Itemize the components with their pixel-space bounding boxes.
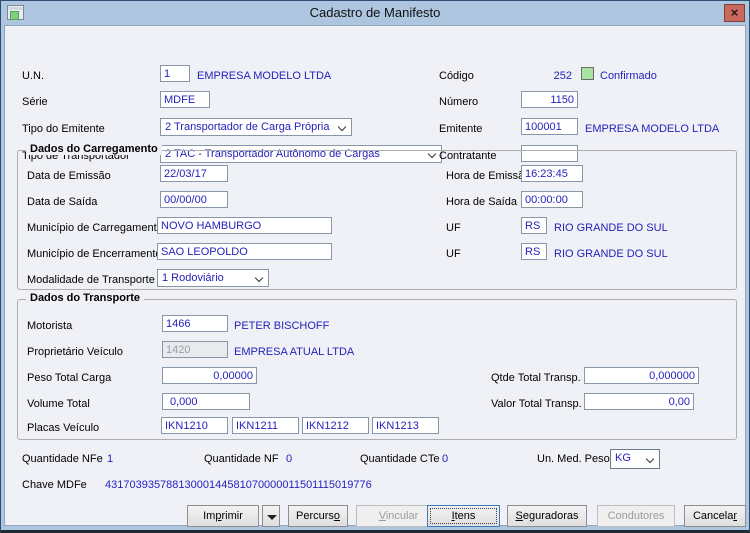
motorista-description: PETER BISCHOFF	[234, 320, 330, 332]
condutores-button: Condutores	[597, 505, 675, 527]
hora-emissao-label: Hora de Emissão	[446, 170, 531, 182]
placa-1-field[interactable]	[161, 417, 228, 434]
proprietario-label: Proprietário Veículo	[27, 346, 123, 358]
close-icon[interactable]: ×	[724, 4, 745, 22]
imprimir-button[interactable]: Imprimir	[187, 505, 259, 527]
hora-emissao-field[interactable]	[521, 165, 583, 182]
serie-label: Série	[22, 96, 48, 108]
municipio-encerramento-label: Município de Encerramento	[27, 248, 162, 260]
municipio-encerramento-field[interactable]	[157, 243, 332, 260]
chevron-down-icon	[645, 454, 655, 464]
itens-button[interactable]: Itens	[427, 505, 500, 527]
codigo-value: 252	[553, 70, 572, 82]
proprietario-field	[162, 341, 228, 358]
manifest-dialog-window: Cadastro de Manifesto × U.N. EMPRESA MOD…	[0, 0, 750, 533]
qtde-total-label: Qtde Total Transp.	[491, 372, 581, 384]
modalidade-label: Modalidade de Transporte	[27, 274, 155, 286]
uf-carregamento-label: UF	[446, 222, 461, 234]
codigo-label: Código	[439, 70, 474, 82]
qtd-nfe-label: Quantidade NFe	[22, 453, 103, 465]
valor-total-label: Valor Total Transp.	[491, 398, 582, 410]
serie-field[interactable]	[160, 91, 210, 108]
un-label: U.N.	[22, 70, 44, 82]
chave-mdfe-value: 4317039357881300014458107000001150111501…	[105, 479, 372, 491]
data-saida-label: Data de Saída	[27, 196, 98, 208]
qtd-nf-label: Quantidade NF	[204, 453, 279, 465]
proprietario-description: EMPRESA ATUAL LTDA	[234, 346, 355, 358]
qtd-nfe-value: 1	[107, 453, 114, 465]
un-description: EMPRESA MODELO LTDA	[197, 70, 332, 82]
uf-encerramento-label: UF	[446, 248, 461, 260]
hora-saida-label: Hora de Saída	[446, 196, 517, 208]
imprimir-dropdown-button[interactable]	[262, 505, 280, 527]
uf-carregamento-description: RIO GRANDE DO SUL	[554, 222, 668, 234]
chave-mdfe-label: Chave MDFe	[22, 479, 87, 491]
emitente-label: Emitente	[439, 123, 483, 135]
uf-encerramento-field[interactable]	[521, 243, 547, 260]
confirmado-status: Confirmado	[600, 70, 657, 82]
valor-total-field[interactable]	[584, 393, 694, 410]
carregamento-group-title: Dados do Carregamento	[26, 143, 162, 155]
data-emissao-label: Data de Emissão	[27, 170, 111, 182]
emitente-field[interactable]	[521, 118, 578, 135]
placa-3-field[interactable]	[302, 417, 369, 434]
numero-field[interactable]	[521, 91, 578, 108]
uf-encerramento-description: RIO GRANDE DO SUL	[554, 248, 668, 260]
tipo-emitente-value: 2 Transportador de Carga Própria	[165, 121, 330, 133]
seguradoras-button[interactable]: Seguradoras	[507, 505, 587, 527]
un-field[interactable]	[160, 65, 190, 82]
data-emissao-field[interactable]	[160, 165, 228, 182]
dialog-content: U.N. EMPRESA MODELO LTDA Código 252 Conf…	[4, 25, 746, 527]
modalidade-select[interactable]: 1 Rodoviário	[157, 269, 269, 287]
window-title: Cadastro de Manifesto	[309, 5, 441, 20]
carregamento-groupbox: Dados do Carregamento	[17, 143, 737, 290]
tipo-emitente-select[interactable]: 2 Transportador de Carga Própria	[160, 118, 352, 136]
volume-total-label: Volume Total	[27, 398, 90, 410]
un-med-peso-label: Un. Med. Peso	[537, 453, 610, 465]
un-med-peso-select[interactable]: KG	[610, 449, 660, 469]
cancelar-button[interactable]: Cancelar	[684, 505, 746, 527]
placas-label: Placas Veículo	[27, 422, 100, 434]
modalidade-value: 1 Rodoviário	[162, 272, 224, 284]
qtd-cte-value: 0	[442, 453, 449, 465]
data-saida-field[interactable]	[160, 191, 228, 208]
chevron-down-icon	[337, 122, 347, 132]
volume-total-field[interactable]	[162, 393, 250, 410]
peso-total-field[interactable]	[162, 367, 257, 384]
municipio-carregamento-field[interactable]	[157, 217, 332, 234]
qtd-nf-value: 0	[286, 453, 293, 465]
municipio-carregamento-label: Município de Carregamento	[27, 222, 163, 234]
uf-carregamento-field[interactable]	[521, 217, 547, 234]
triangle-down-icon	[267, 515, 277, 520]
qtde-total-field[interactable]	[584, 367, 699, 384]
un-med-peso-value: KG	[615, 452, 631, 464]
percurso-button[interactable]: Percurso	[288, 505, 348, 527]
tipo-emitente-label: Tipo do Emitente	[22, 123, 105, 135]
placa-4-field[interactable]	[372, 417, 439, 434]
transporte-group-title: Dados do Transporte	[26, 292, 145, 304]
placa-2-field[interactable]	[232, 417, 299, 434]
peso-total-label: Peso Total Carga	[27, 372, 112, 384]
titlebar: Cadastro de Manifesto ×	[1, 1, 749, 25]
numero-label: Número	[439, 96, 479, 108]
confirmado-checkbox[interactable]	[581, 67, 594, 80]
hora-saida-field[interactable]	[521, 191, 583, 208]
emitente-description: EMPRESA MODELO LTDA	[585, 123, 720, 135]
chevron-down-icon	[254, 273, 264, 283]
motorista-label: Motorista	[27, 320, 73, 332]
motorista-field[interactable]	[162, 315, 228, 332]
qtd-cte-label: Quantidade CTe	[360, 453, 440, 465]
